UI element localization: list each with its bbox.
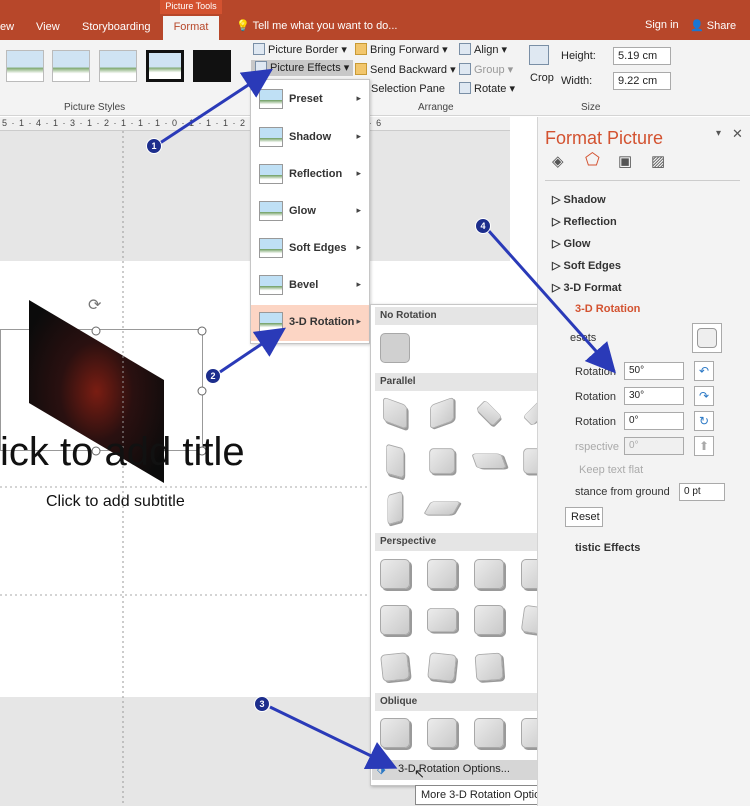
callout-4: 4 [475, 218, 491, 234]
callout-arrows [159, 68, 616, 770]
arrow-3 [269, 705, 398, 770]
callout-1: 1 [146, 138, 162, 154]
arrow-1 [159, 68, 274, 145]
callout-3: 3 [254, 696, 270, 712]
arrow-2 [219, 327, 286, 374]
arrow-4 [486, 229, 616, 374]
callout-2: 2 [205, 368, 221, 384]
